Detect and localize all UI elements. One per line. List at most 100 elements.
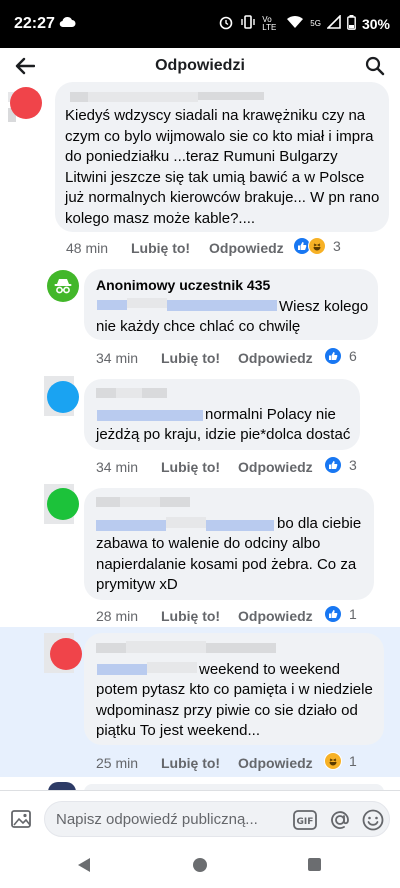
gif-label: GIF [297, 817, 314, 827]
avatar[interactable] [47, 488, 79, 520]
redaction-block [127, 298, 167, 308]
reactions[interactable]: 3 [293, 237, 341, 255]
reactions[interactable]: 1 [324, 605, 357, 623]
redaction-block [96, 497, 120, 507]
vibrate-icon [240, 14, 256, 33]
redaction-block [126, 641, 206, 653]
like-reaction-icon [324, 605, 342, 623]
comment-actions: 28 min Lubię to! Odpowiedz 1 [96, 605, 386, 627]
comment-line: Kiedyś wdzyscy siadali na krawężniku czy… [65, 107, 366, 124]
reply-button[interactable]: Odpowiedz [238, 350, 313, 366]
reactions[interactable]: 6 [324, 347, 357, 365]
comment-time: 34 min [96, 350, 139, 366]
comment-time: 34 min [96, 459, 139, 475]
anonymous-spy-icon [54, 279, 72, 294]
like-button[interactable]: Lubię to! [131, 240, 190, 256]
redaction-block [147, 662, 197, 673]
search-icon [365, 56, 385, 76]
like-button[interactable]: Lubię to! [161, 755, 220, 771]
photo-button[interactable] [10, 807, 36, 833]
reaction-count: 1 [349, 606, 357, 622]
reaction-count: 3 [333, 238, 341, 254]
reply-button[interactable]: Odpowiedz [238, 459, 313, 475]
comment-author[interactable]: Anonimowy uczestnik 435 [96, 277, 270, 293]
reactions[interactable]: 1 [324, 752, 357, 770]
redaction-block [96, 388, 116, 398]
mention-button[interactable] [327, 807, 353, 833]
battery-icon [347, 14, 356, 33]
redaction-block [116, 388, 142, 398]
page-title: Odpowiedzi [155, 57, 245, 74]
haha-reaction-icon [324, 752, 342, 770]
redaction-block [166, 517, 206, 528]
emoji-button[interactable] [360, 807, 386, 833]
redaction-block [96, 520, 166, 531]
haha-reaction-icon [308, 237, 326, 255]
status-bar: 22:27 Vo LTE 5G 30% [0, 0, 400, 48]
comment-time: 25 min [96, 755, 139, 771]
cloud-icon [58, 15, 76, 33]
nav-back-button[interactable] [77, 857, 91, 878]
gif-button[interactable]: GIF [292, 807, 318, 833]
comment-line: prymityw xD [96, 576, 178, 593]
redaction-block [97, 300, 127, 310]
redaction-block [167, 300, 277, 311]
nav-recents-button[interactable] [308, 858, 321, 871]
smiley-icon [362, 809, 384, 831]
comment-text: weekend to weekend [199, 661, 340, 678]
comment-actions: 34 min Lubię to! Odpowiedz 6 [96, 347, 386, 369]
reply-button[interactable]: Odpowiedz [238, 755, 313, 771]
like-button[interactable]: Lubię to! [161, 608, 220, 624]
like-button[interactable]: Lubię to! [161, 350, 220, 366]
comment-text: nie każdy chce chlać co chwilę [96, 318, 301, 335]
anonymous-avatar[interactable] [47, 270, 79, 302]
redaction-block [96, 643, 126, 653]
volte-icon: Vo LTE [262, 14, 277, 32]
status-icons: Vo LTE 5G 30% [218, 14, 390, 33]
nav-home-button[interactable] [193, 858, 207, 872]
signal-icon [326, 14, 341, 32]
comment-text: normalni Polacy nie [205, 406, 336, 423]
wifi-icon [286, 15, 304, 32]
comment-time: 48 min [66, 240, 109, 256]
redaction-block [70, 92, 88, 102]
redaction-block [97, 410, 203, 421]
comment-line: napierdalanie kosami pod żebra. Co za [96, 555, 357, 573]
avatar[interactable] [50, 638, 82, 670]
comment-line: kolego masz może kable?.... [65, 209, 256, 227]
photo-icon [11, 810, 31, 828]
system-nav-bar [0, 848, 400, 888]
comment-line: czym co bylo wijmowalo sie co kto miał i… [65, 127, 374, 145]
like-reaction-icon [324, 347, 342, 365]
triangle-back-icon [78, 858, 90, 872]
reply-button[interactable]: Odpowiedz [238, 608, 313, 624]
reply-button[interactable]: Odpowiedz [209, 240, 284, 256]
battery-level: 30% [361, 15, 390, 32]
redaction-block [198, 92, 264, 100]
comment-time: 28 min [96, 608, 139, 624]
reply-composer: Napisz odpowiedź publiczną... GIF [0, 790, 400, 848]
like-button[interactable]: Lubię to! [161, 459, 220, 475]
redaction-block [160, 497, 190, 507]
avatar[interactable] [10, 87, 42, 119]
reply-input[interactable]: Napisz odpowiedź publiczną... GIF [44, 801, 390, 837]
reactions[interactable]: 3 [324, 456, 357, 474]
redaction-block [206, 643, 276, 653]
redaction-block [97, 664, 147, 675]
comment-line: już normalnych kierowców brakuje... W pn… [65, 189, 380, 206]
comment-text: bo dla ciebie [277, 515, 362, 532]
redaction-block [88, 92, 198, 102]
search-button[interactable] [360, 52, 390, 80]
redaction-block [206, 520, 274, 531]
comment-line: Litwini jeszcze się tak umią bawić a w P… [65, 168, 365, 186]
comment-text: zabawa to walenie do odciny albo napierd… [96, 534, 356, 596]
comment-actions: 48 min Lubię to! Odpowiedz 3 [66, 237, 386, 259]
avatar[interactable] [47, 381, 79, 413]
comment-line: do poniedziałku ...teraz Rumuni Bulgarzy [65, 148, 338, 165]
comment-text: jeżdżą po kraju, idzie pie*dolca dostać [96, 426, 351, 443]
comment-line: piątku To jest weekend... [96, 722, 260, 739]
alarm-icon [218, 14, 234, 33]
at-icon [331, 811, 349, 829]
comment-actions: 34 min Lubię to! Odpowiedz 3 [96, 456, 386, 478]
redaction-block [120, 497, 160, 507]
